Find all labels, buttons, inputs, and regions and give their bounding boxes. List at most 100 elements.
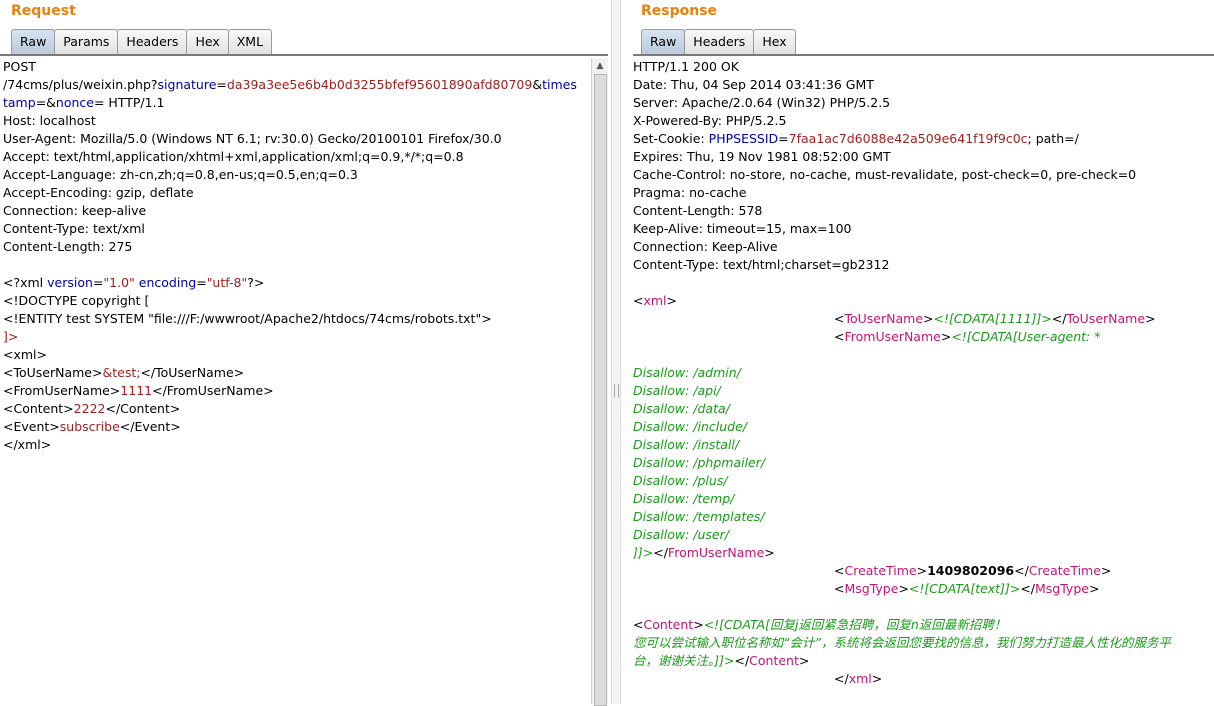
content-line: <Content>2222</Content> xyxy=(3,400,590,418)
xml-open-line: <xml> xyxy=(3,347,47,362)
lt: < xyxy=(633,293,644,308)
xml-declaration: <?xml version="1.0" encoding="utf-8"?> xyxy=(3,274,590,292)
response-tab-raw[interactable]: Raw xyxy=(641,29,686,54)
xml-decl-close: ?> xyxy=(247,275,265,290)
response-header: Content-Length: 578 xyxy=(633,203,763,218)
xml-version-val: "1.0" xyxy=(103,275,135,290)
to-value: &test; xyxy=(102,365,141,380)
request-tab-headers[interactable]: Headers xyxy=(117,29,188,54)
xml-eq2: = xyxy=(196,275,207,290)
request-tab-hex[interactable]: Hex xyxy=(186,29,229,54)
http-version: = HTTP/1.1 xyxy=(93,95,165,110)
request-tab-raw[interactable]: Raw xyxy=(11,29,56,54)
from-value: 1111 xyxy=(120,383,153,398)
resp-content-line3: 台，谢谢关注。]]></Content> xyxy=(633,652,1214,670)
gt: > xyxy=(693,617,704,632)
content-value: 2222 xyxy=(73,401,106,416)
create-tag-name: CreateTime xyxy=(1028,563,1101,578)
disallow-line: Disallow: /api/ xyxy=(633,383,721,398)
xml-tag-name: xml xyxy=(848,671,872,686)
event-close-tag: </Event> xyxy=(119,419,181,434)
url-eq-amp: =& xyxy=(35,95,56,110)
msg-type-line: <MsgType><![CDATA[text]]></MsgType> xyxy=(633,580,1214,598)
response-header: Server: Apache/2.0.64 (Win32) PHP/5.2.5 xyxy=(633,95,891,110)
lt: < xyxy=(834,563,845,578)
request-header: Content-Type: text/xml xyxy=(3,221,145,236)
lt-slash: </ xyxy=(1020,581,1035,596)
event-value: subscribe xyxy=(59,419,120,434)
create-time-value: 1409802096 xyxy=(927,563,1015,578)
scrollbar-thumb[interactable] xyxy=(594,74,607,706)
url-eq: = xyxy=(216,77,227,92)
xml-close-line: </xml> xyxy=(3,437,52,452)
request-header: Content-Length: 275 xyxy=(3,239,133,254)
gt: > xyxy=(871,671,883,686)
url-path: /74cms/plus/weixin.php? xyxy=(3,77,158,92)
set-cookie-line: Set-Cookie: PHPSESSID=7faa1ac7d6088e42a5… xyxy=(633,130,1214,148)
request-tab-params[interactable]: Params xyxy=(54,29,119,54)
request-panel: Request Raw Params Headers Hex XML POST … xyxy=(0,0,608,706)
content-cdata-line1: <![CDATA[回复j返回紧急招聘，回复n返回最新招聘！ xyxy=(703,617,1007,632)
response-panel: Response Raw Headers Hex HTTP/1.1 200 OK… xyxy=(630,0,1214,704)
msg-tag-name: MsgType xyxy=(1035,581,1089,596)
xml-encoding-attr: encoding xyxy=(138,275,197,290)
param-nonce-name: nonce xyxy=(55,95,94,110)
response-header: Cache-Control: no-store, no-cache, must-… xyxy=(633,167,1137,182)
response-header: Date: Thu, 04 Sep 2014 03:41:36 GMT xyxy=(633,77,874,92)
lt: < xyxy=(834,329,845,344)
content-open-tag: <Content> xyxy=(3,401,74,416)
lt: < xyxy=(834,311,845,326)
content-tag-name: Content xyxy=(643,617,694,632)
to-tag-name: ToUserName xyxy=(844,311,924,326)
request-header: Connection: keep-alive xyxy=(3,203,147,218)
gt: > xyxy=(940,329,952,344)
param-timestamp-name-part2: tamp xyxy=(3,95,36,110)
resp-xml-close: </xml> xyxy=(633,670,1214,688)
request-editor[interactable]: POST /74cms/plus/weixin.php?signature=da… xyxy=(3,58,590,704)
response-tab-divider xyxy=(633,54,1214,56)
response-editor[interactable]: HTTP/1.1 200 OK Date: Thu, 04 Sep 2014 0… xyxy=(633,58,1214,704)
splitter-grip-icon[interactable] xyxy=(614,384,619,398)
gt: > xyxy=(916,563,928,578)
response-header: Expires: Thu, 19 Nov 1981 08:52:00 GMT xyxy=(633,149,891,164)
from-close-tag: </FromUserName> xyxy=(152,383,274,398)
request-header: Accept-Encoding: gzip, deflate xyxy=(3,185,194,200)
lt-slash: </ xyxy=(834,671,849,686)
to-tag-name: ToUserName xyxy=(1066,311,1146,326)
response-tab-headers[interactable]: Headers xyxy=(684,29,755,54)
to-cdata: <![CDATA[1111]]> xyxy=(933,311,1052,326)
resp-to-user-line: <ToUserName><![CDATA[1111]]></ToUserName… xyxy=(633,310,1214,328)
from-close-line: ]]></FromUserName> xyxy=(633,544,1214,562)
url-amp: & xyxy=(532,77,543,92)
request-scrollbar[interactable]: ▲ xyxy=(591,58,608,706)
resp-from-user-line: <FromUserName><![CDATA[User-agent: * xyxy=(633,328,1214,346)
request-header: Accept-Language: zh-cn,zh;q=0.8,en-us;q=… xyxy=(3,167,358,182)
response-title: Response xyxy=(641,3,718,19)
response-tabs: Raw Headers Hex xyxy=(641,29,796,54)
request-tab-xml[interactable]: XML xyxy=(227,29,273,54)
response-header: Content-Type: text/html;charset=gb2312 xyxy=(633,257,890,272)
scroll-up-arrow-icon[interactable]: ▲ xyxy=(592,58,608,74)
resp-content-line1: <Content><![CDATA[回复j返回紧急招聘，回复n返回最新招聘！ xyxy=(633,616,1214,634)
xml-eq1: = xyxy=(92,275,104,290)
request-url-line-cont: tamp=&nonce= HTTP/1.1 xyxy=(3,94,590,112)
cookie-name: PHPSESSID xyxy=(708,131,779,146)
response-header: HTTP/1.1 200 OK xyxy=(633,59,739,74)
response-header: Keep-Alive: timeout=15, max=100 xyxy=(633,221,852,236)
disallow-line: Disallow: /include/ xyxy=(633,419,747,434)
content-cdata-line3: 台，谢谢关注。]]> xyxy=(633,653,735,668)
gt: > xyxy=(1100,563,1112,578)
response-tab-hex[interactable]: Hex xyxy=(753,29,796,54)
disallow-line: Disallow: /temp/ xyxy=(633,491,735,506)
cookie-suffix: ; path=/ xyxy=(1027,131,1079,146)
content-tag-name: Content xyxy=(749,653,799,668)
gt: > xyxy=(798,653,810,668)
gt: > xyxy=(764,545,775,560)
disallow-line: Disallow: /templates/ xyxy=(633,509,765,524)
to-open-tag: <ToUserName> xyxy=(3,365,103,380)
pane-splitter[interactable] xyxy=(611,0,621,704)
lt-slash: </ xyxy=(653,545,668,560)
